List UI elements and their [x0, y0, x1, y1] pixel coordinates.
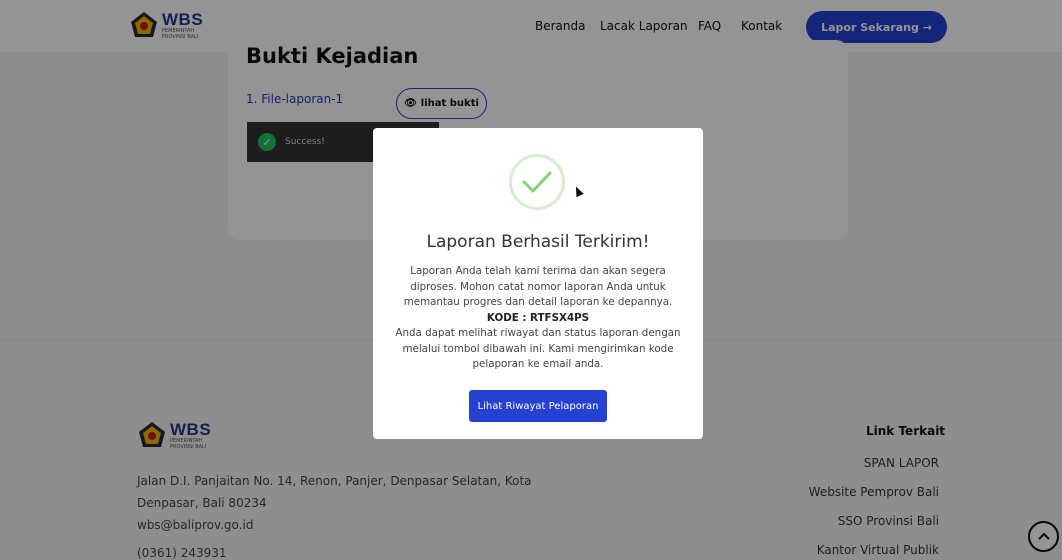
modal-title: Laporan Berhasil Terkirim! — [426, 232, 650, 252]
success-modal: Laporan Berhasil Terkirim! Laporan Anda … — [373, 128, 703, 439]
modal-body: Laporan Anda telah kami terima dan akan … — [387, 264, 689, 373]
modal-message-1: Laporan Anda telah kami terima dan akan … — [403, 265, 673, 308]
modal-message-2: Anda dapat melihat riwayat dan status la… — [395, 327, 681, 370]
view-history-button[interactable]: Lihat Riwayat Pelaporan — [469, 390, 607, 422]
success-check-icon — [509, 154, 565, 210]
report-code: KODE : RTFSX4PS — [486, 311, 590, 324]
